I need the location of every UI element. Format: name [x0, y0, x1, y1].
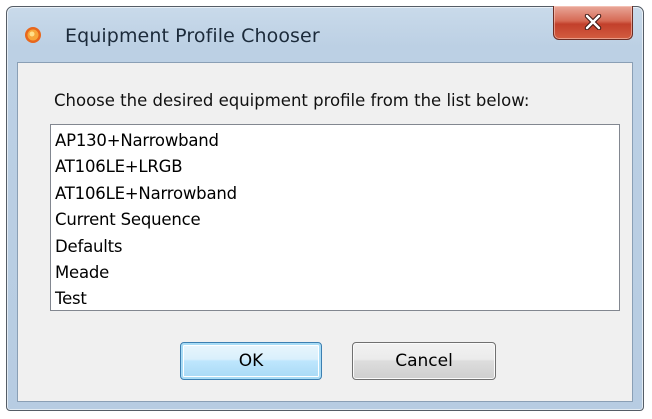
- ok-button[interactable]: OK: [180, 342, 322, 380]
- list-item[interactable]: AP130+Narrowband: [55, 128, 619, 154]
- list-item[interactable]: AT106LE+Narrowband: [55, 181, 619, 207]
- close-button[interactable]: [553, 6, 633, 40]
- dialog-body: Choose the desired equipment profile fro…: [17, 62, 633, 402]
- app-icon: [24, 26, 42, 44]
- list-item[interactable]: Meade: [55, 260, 619, 286]
- list-item[interactable]: Current Sequence: [55, 207, 619, 233]
- profile-listbox[interactable]: AP130+Narrowband AT106LE+LRGB AT106LE+Na…: [50, 124, 620, 311]
- list-item[interactable]: Test: [55, 286, 619, 312]
- list-item[interactable]: AT106LE+LRGB: [55, 154, 619, 180]
- window-title: Equipment Profile Chooser: [65, 25, 320, 47]
- dialog-window: Equipment Profile Chooser Choose the des…: [6, 6, 644, 411]
- prompt-label: Choose the desired equipment profile fro…: [54, 91, 530, 110]
- list-item[interactable]: Defaults: [55, 234, 619, 260]
- cancel-button[interactable]: Cancel: [352, 342, 496, 380]
- title-bar[interactable]: Equipment Profile Chooser: [7, 6, 643, 63]
